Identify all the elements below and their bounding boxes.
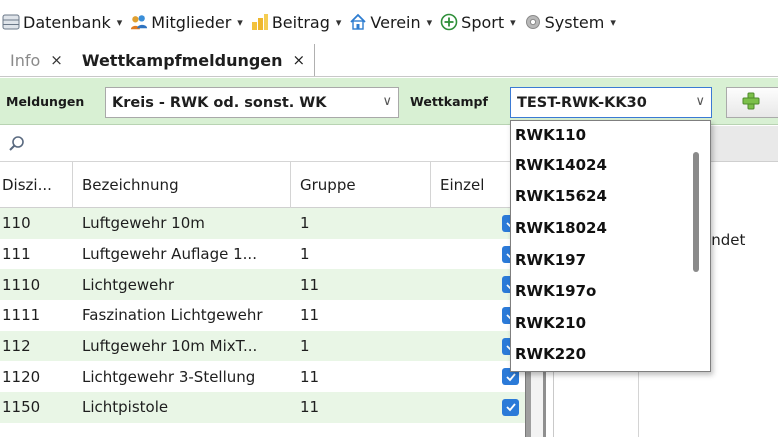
house-icon [349, 13, 367, 31]
cell-gruppe: 1 [300, 337, 310, 356]
menu-system[interactable]: System ▾ [524, 7, 616, 37]
menu-datenbank-label: Datenbank [23, 12, 111, 32]
tab-wettkampfmeldungen[interactable]: Wettkampfmeldungen × [72, 44, 316, 76]
cell-bezeichnung: Lichtpistole [82, 398, 169, 417]
gear-icon [524, 13, 542, 31]
dropdown-scrollbar[interactable] [693, 152, 699, 272]
dropdown-option[interactable]: RWK197o [511, 275, 710, 307]
cell-diszi: 111 [2, 245, 31, 264]
dropdown-option[interactable]: RWK220 [511, 339, 710, 371]
cell-bezeichnung: Luftgewehr Auflage 1... [82, 245, 257, 264]
caret-icon: ▾ [116, 15, 123, 29]
wettkampf-label: Wettkampf [410, 94, 488, 109]
cell-diszi: 110 [2, 214, 31, 233]
cell-gruppe: 11 [300, 275, 320, 294]
chevron-down-icon: ∨ [695, 94, 705, 109]
disziplin-grid: Diszi... Bezeichnung Gruppe Einzel 110 L… [0, 161, 525, 423]
caret-icon: ▾ [426, 15, 433, 29]
column-header-bezeichnung[interactable]: Bezeichnung [73, 161, 291, 208]
table-row[interactable]: 1150 Lichtpistole 11 [0, 392, 525, 423]
wettkampf-select-value: TEST-RWK-KK30 [517, 94, 647, 111]
plus-circle-icon [440, 13, 458, 31]
database-icon [2, 13, 20, 31]
meldungen-label: Meldungen [6, 94, 85, 109]
menu-sport-label: Sport [461, 12, 505, 32]
table-row[interactable]: 111 Luftgewehr Auflage 1... 1 [0, 239, 525, 270]
wettkampf-select[interactable]: TEST-RWK-KK30 ∨ [510, 87, 712, 118]
cell-diszi: 1120 [2, 367, 41, 386]
cell-bezeichnung: Faszination Lichtgewehr [82, 306, 263, 325]
dropdown-option[interactable]: RWK210 [511, 307, 710, 339]
caret-icon: ▾ [510, 15, 516, 29]
coins-icon [251, 13, 269, 31]
cell-diszi: 112 [2, 337, 31, 356]
tab-wettkampfmeldungen-label: Wettkampfmeldungen [81, 50, 283, 70]
cell-diszi: 1150 [2, 398, 41, 417]
menu-mitglieder[interactable]: Mitglieder ▾ [130, 7, 243, 37]
menu-beitrag[interactable]: Beitrag ▾ [251, 7, 342, 37]
menu-sport[interactable]: Sport ▾ [440, 7, 516, 37]
close-icon[interactable]: × [50, 51, 63, 69]
table-row[interactable]: 1110 Lichtgewehr 11 [0, 269, 525, 301]
filter-toolbar: Meldungen Kreis - RWK od. sonst. WK ∨ We… [0, 78, 778, 125]
menu-bar: Datenbank ▾ Mitglieder ▾ Beitrag ▾ Verei… [0, 0, 778, 44]
caret-icon: ▾ [335, 15, 342, 29]
table-row[interactable]: 1111 Faszination Lichtgewehr 11 [0, 300, 525, 331]
table-row[interactable]: 1120 Lichtgewehr 3-Stellung 11 [0, 361, 525, 392]
dropdown-option[interactable]: RWK197 [511, 244, 710, 276]
cell-bezeichnung: Lichtgewehr [82, 275, 175, 294]
tab-info[interactable]: Info × [0, 44, 72, 76]
cell-diszi: 1111 [2, 306, 41, 325]
green-plus-icon [741, 91, 761, 115]
cell-gruppe: 11 [300, 398, 320, 417]
column-header-gruppe[interactable]: Gruppe [291, 161, 431, 208]
tab-bar: Info × Wettkampfmeldungen × [0, 44, 778, 77]
table-row[interactable]: 112 Luftgewehr 10m MixT... 1 [0, 330, 525, 362]
menu-verein-label: Verein [370, 12, 421, 32]
dropdown-option[interactable]: RWK18024 [511, 212, 710, 244]
add-button[interactable] [726, 87, 778, 118]
menu-system-label: System [544, 12, 605, 32]
cell-bezeichnung: Luftgewehr 10m [82, 214, 205, 233]
wettkampf-dropdown-list[interactable]: RWK110 RWK14024 RWK15624 RWK18024 RWK197… [510, 120, 711, 372]
dropdown-option[interactable]: RWK15624 [511, 181, 710, 213]
cell-einzel [431, 392, 525, 423]
menu-datenbank[interactable]: Datenbank ▾ [2, 7, 122, 37]
column-header-diszi[interactable]: Diszi... [0, 161, 73, 208]
caret-icon: ▾ [610, 15, 616, 29]
cell-gruppe: 1 [300, 214, 310, 233]
einzel-checkbox[interactable] [502, 398, 519, 416]
table-row[interactable]: 110 Luftgewehr 10m 1 [0, 208, 525, 239]
tab-info-label: Info [10, 50, 41, 70]
chevron-down-icon: ∨ [382, 94, 392, 109]
cell-bezeichnung: Luftgewehr 10m MixT... [82, 337, 258, 356]
menu-mitglieder-label: Mitglieder [151, 12, 232, 32]
members-icon [130, 13, 148, 31]
meldungen-select[interactable]: Kreis - RWK od. sonst. WK ∨ [105, 87, 399, 118]
meldungen-select-value: Kreis - RWK od. sonst. WK [112, 94, 327, 111]
cell-gruppe: 1 [300, 245, 310, 264]
cell-gruppe: 11 [300, 306, 320, 325]
cell-gruppe: 11 [300, 367, 320, 386]
dropdown-option[interactable]: RWK14024 [511, 149, 710, 181]
close-icon[interactable]: × [293, 51, 306, 69]
search-icon[interactable] [8, 135, 26, 157]
menu-beitrag-label: Beitrag [271, 12, 330, 32]
menu-verein[interactable]: Verein ▾ [349, 7, 432, 37]
dropdown-option[interactable]: RWK110 [511, 121, 710, 149]
cell-diszi: 1110 [2, 275, 41, 294]
grid-header: Diszi... Bezeichnung Gruppe Einzel [0, 161, 525, 208]
cell-bezeichnung: Lichtgewehr 3-Stellung [82, 367, 256, 386]
caret-icon: ▾ [237, 15, 243, 29]
